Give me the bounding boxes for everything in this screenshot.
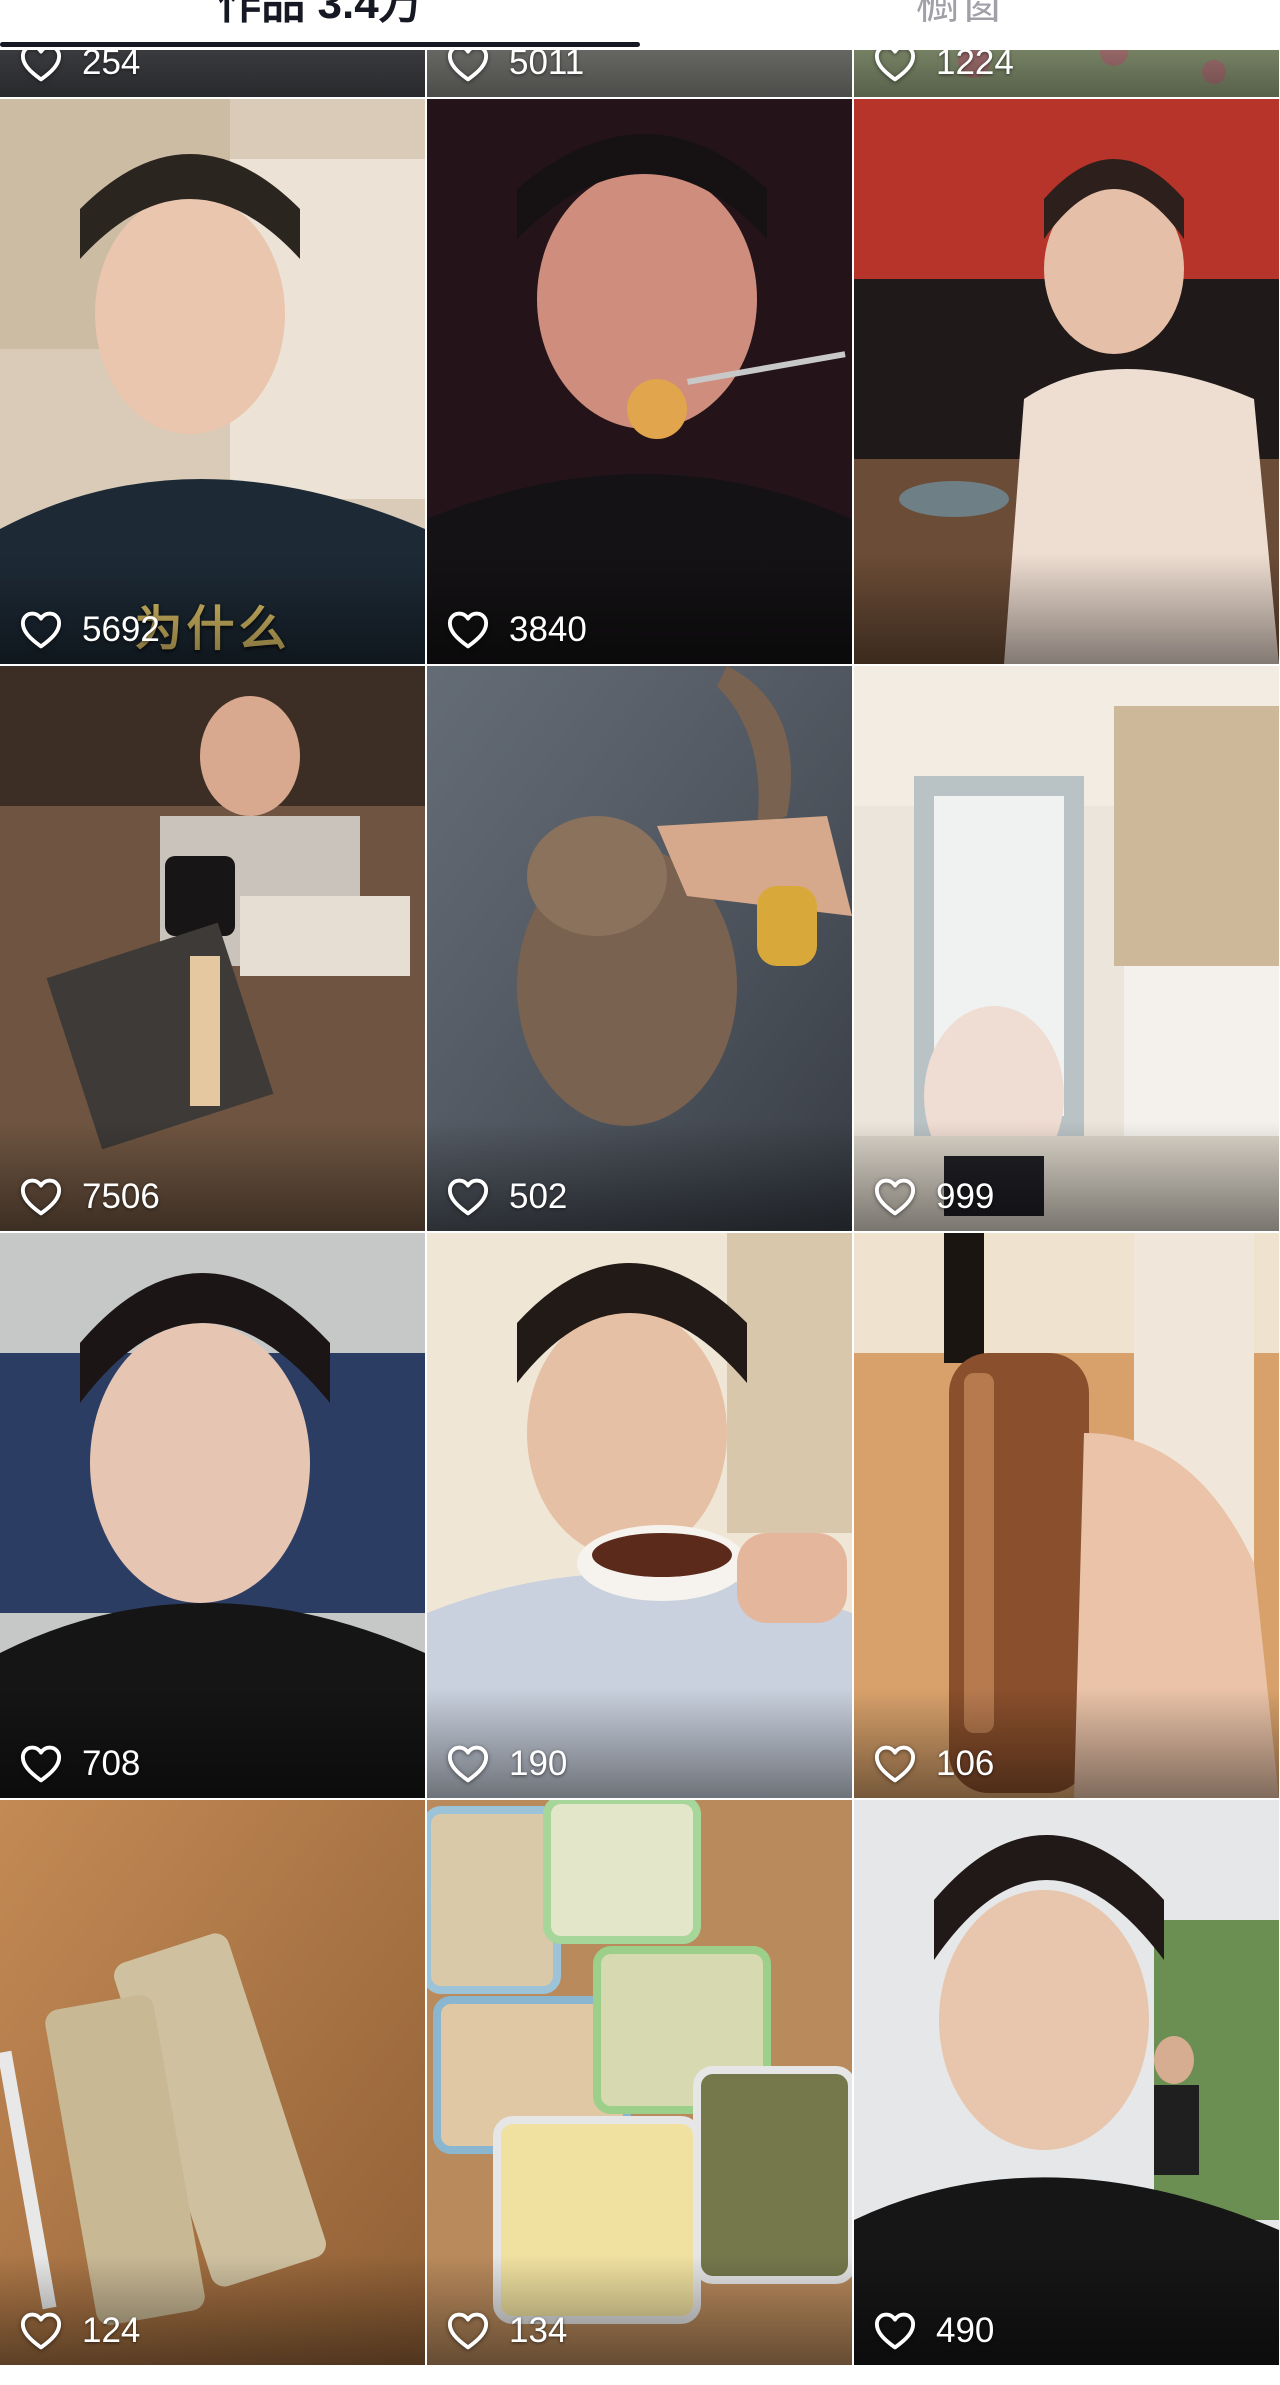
like-count-row: 5692: [20, 608, 160, 652]
heart-outline-icon: [447, 1178, 489, 1216]
like-count: 190: [509, 1744, 568, 1783]
video-tile[interactable]: 1224: [854, 50, 1279, 97]
video-tile[interactable]: 190: [427, 1233, 852, 1798]
like-count-row: 490: [874, 2309, 994, 2353]
video-tile[interactable]: 708: [0, 1233, 425, 1798]
heart-outline-icon: [447, 611, 489, 649]
like-count: 5011: [509, 50, 585, 82]
heart-outline-icon: [874, 2312, 916, 2350]
bottom-shade: [854, 554, 1279, 664]
heart-outline-icon: [874, 1745, 916, 1783]
tab-works[interactable]: 作品 3.4万: [0, 0, 640, 34]
like-count: 708: [82, 1744, 141, 1783]
video-tile[interactable]: 254: [0, 50, 425, 97]
heart-outline-icon: [20, 2312, 62, 2350]
like-count-row: 134: [447, 2309, 567, 2353]
heart-outline-icon: [447, 50, 489, 82]
like-count-row: 7506: [20, 1175, 160, 1219]
heart-outline-icon: [20, 611, 62, 649]
like-count-row: 190: [447, 1742, 567, 1786]
like-count-row: 5011: [447, 50, 584, 85]
active-tab-indicator: [0, 42, 640, 47]
like-count-row: 999: [874, 1175, 994, 1219]
like-count-row: 1224: [874, 50, 1014, 85]
heart-outline-icon: [20, 1745, 62, 1783]
like-count: 1224: [936, 50, 1014, 82]
heart-outline-icon: [874, 1178, 916, 1216]
like-count: 124: [82, 2311, 141, 2350]
video-tile[interactable]: 490: [854, 1800, 1279, 2365]
video-tile[interactable]: 134: [427, 1800, 852, 2365]
like-count: 999: [936, 1177, 995, 1216]
video-tile[interactable]: 7506: [0, 666, 425, 1231]
profile-tab-bar: 作品 3.4万 橱窗: [0, 0, 1280, 50]
heart-outline-icon: [447, 1745, 489, 1783]
video-tile[interactable]: 502: [427, 666, 852, 1231]
heart-outline-icon: [874, 50, 916, 82]
video-tile[interactable]: 5011: [427, 50, 852, 97]
like-count: 254: [82, 50, 141, 82]
video-tile[interactable]: 106: [854, 1233, 1279, 1798]
like-count-row: 502: [447, 1175, 567, 1219]
like-count: 5692: [82, 610, 160, 649]
like-count: 134: [509, 2311, 568, 2350]
heart-outline-icon: [20, 1178, 62, 1216]
like-count-row: 3840: [447, 608, 587, 652]
video-tile[interactable]: 为什么5692: [0, 99, 425, 664]
like-count: 490: [936, 2311, 995, 2350]
heart-outline-icon: [20, 50, 62, 82]
video-tile[interactable]: [854, 99, 1279, 664]
like-count-row: 124: [20, 2309, 140, 2353]
like-count-row: 106: [874, 1742, 994, 1786]
heart-outline-icon: [447, 2312, 489, 2350]
like-count: 7506: [82, 1177, 160, 1216]
video-grid: 254 5011 1224 为什么5692 3840 7506 502 999 …: [0, 50, 1280, 2385]
video-tile[interactable]: 999: [854, 666, 1279, 1231]
like-count: 106: [936, 1744, 995, 1783]
like-count-row: 708: [20, 1742, 140, 1786]
video-tile[interactable]: 3840: [427, 99, 852, 664]
video-tile[interactable]: 124: [0, 1800, 425, 2365]
like-count-row: 254: [20, 50, 140, 85]
tab-showcase[interactable]: 橱窗: [640, 0, 1280, 34]
like-count: 3840: [509, 610, 587, 649]
like-count: 502: [509, 1177, 568, 1216]
